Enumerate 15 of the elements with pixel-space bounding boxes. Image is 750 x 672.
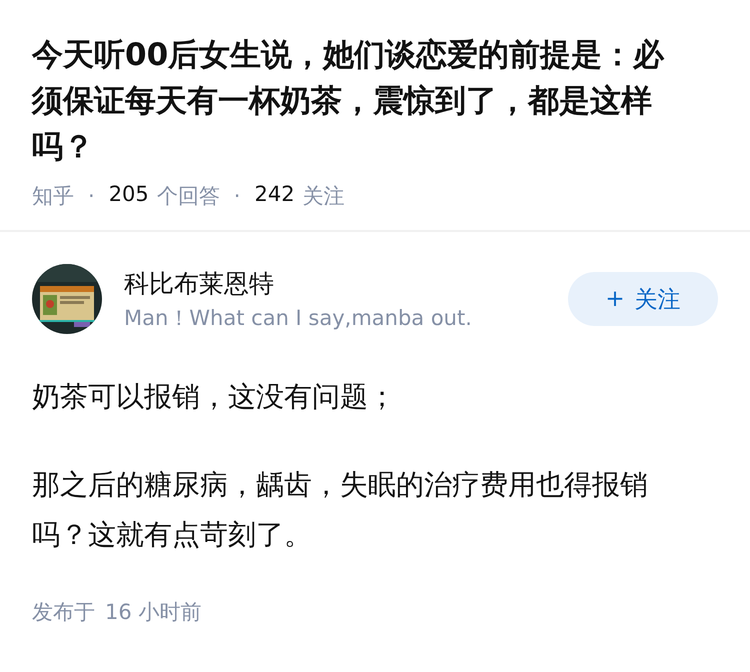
follow-button[interactable]: + 关注 <box>568 272 718 326</box>
author-name[interactable]: 科比布莱恩特 <box>124 266 546 300</box>
answer-paragraph: 那之后的糖尿病，龋齿，失眠的治疗费用也得报销吗？这就有点苛刻了。 <box>32 467 649 553</box>
separator-dot: · <box>88 184 95 208</box>
answer-count: 205 <box>108 182 149 208</box>
separator-dot: · <box>234 184 240 208</box>
follower-count: 242 <box>254 182 295 208</box>
question-title: 今天听00后女生说，她们谈恋爱的前提是：必须保证每天有一杯奶茶，震惊到了，都是这样吗？ <box>32 36 666 167</box>
follower-label: 关注 <box>302 183 345 210</box>
answer-label: 个回答 <box>156 183 220 210</box>
answer-paragraph: 奶茶可以报销，这没有问题； <box>32 379 397 415</box>
source-label: 知乎 <box>32 183 74 210</box>
author-bio: Man！What can I say,manba out. <box>124 304 473 332</box>
publish-time: 16 小时前 <box>105 599 202 626</box>
publish-label: 发布于 <box>32 599 95 626</box>
